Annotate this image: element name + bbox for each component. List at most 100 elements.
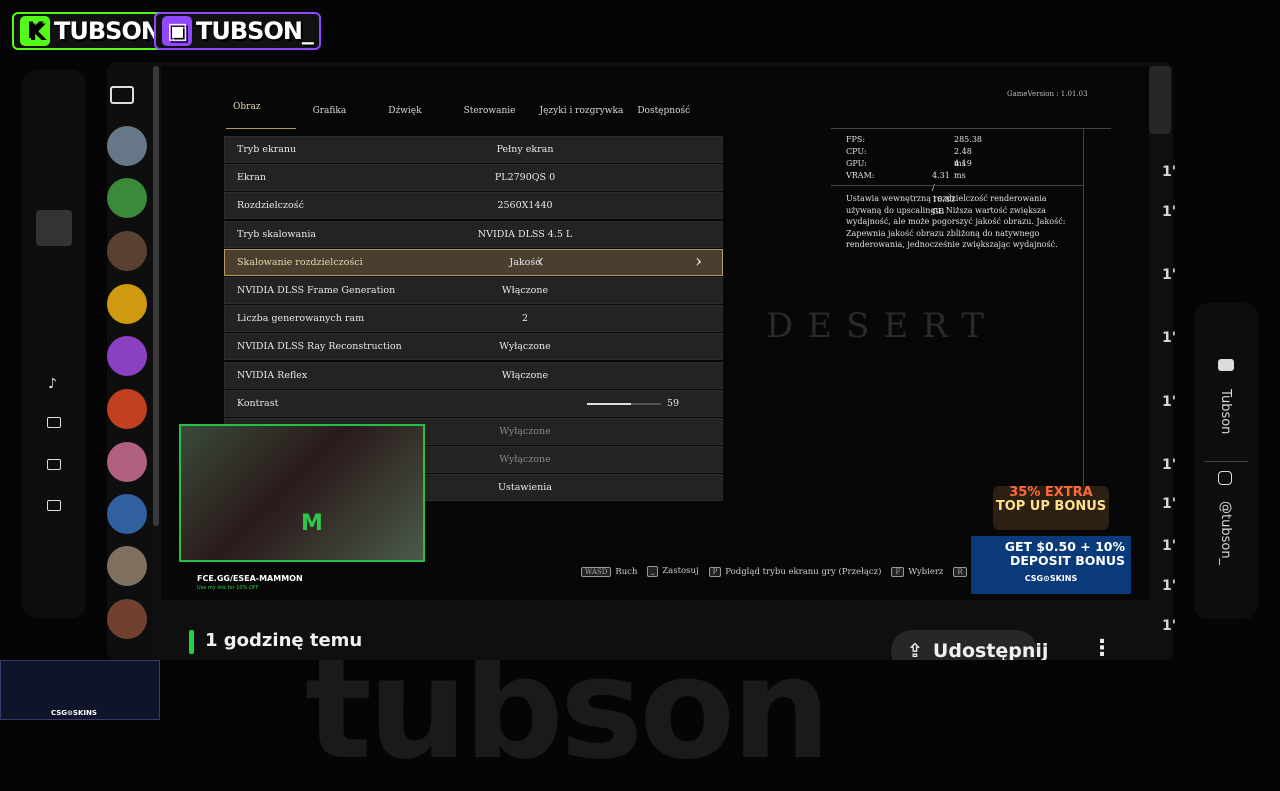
settings-tabs: Obraz Grafika Dźwięk Sterowanie Języki i…	[221, 102, 702, 116]
avatar[interactable]	[107, 546, 147, 586]
skins-brand: CSG⊙SKINS	[51, 709, 97, 717]
music-icon[interactable]: ♪	[48, 376, 57, 392]
avatar[interactable]	[107, 442, 147, 482]
stat-label: CPU:	[846, 147, 867, 156]
video-player[interactable]: GameVersion : 1.01.03 Obraz Grafika Dźwi…	[161, 66, 1149, 600]
setting-label: NVIDIA DLSS Frame Generation	[237, 284, 396, 296]
setting-value: Włączone	[501, 284, 549, 296]
share-icon: ⇪	[907, 640, 923, 660]
divider	[1204, 461, 1248, 462]
film-icon[interactable]	[47, 459, 61, 470]
scroll-marker: 1'	[1162, 330, 1177, 346]
setting-row[interactable]: NVIDIA DLSS Frame Generation Włączone	[224, 276, 723, 304]
setting-row[interactable]: NVIDIA Reflex Włączone	[224, 361, 723, 389]
ad-line: GET $0.50 + 10%	[1004, 539, 1125, 554]
ad-brand: CSG⊙SKINS	[1024, 574, 1078, 583]
kick-badge: K TUBSON	[12, 12, 168, 50]
skins-ad-panel[interactable]: CSG⊙SKINS	[0, 660, 160, 720]
setting-value: Włączone	[501, 369, 549, 381]
avatar[interactable]	[107, 336, 147, 376]
setting-value: Wyłączone	[499, 341, 551, 353]
avatar[interactable]	[107, 599, 147, 639]
scroll-marker: 1'	[1162, 394, 1177, 410]
setting-row-contrast[interactable]: Kontrast 59	[224, 389, 723, 417]
setting-label: Ekran	[237, 172, 267, 184]
share-button[interactable]: ⇪ Udostępnij	[891, 630, 1048, 660]
app-logo-icon	[36, 210, 72, 246]
scroll-marker: 1'	[1162, 164, 1177, 180]
contrast-slider-track[interactable]	[587, 402, 661, 405]
tab-dostepnosc[interactable]: Dostępność	[635, 106, 702, 116]
key-icon: F	[891, 566, 905, 577]
avatar[interactable]	[107, 178, 147, 218]
video-play-icon[interactable]	[47, 417, 61, 428]
image-icon[interactable]	[47, 500, 61, 511]
divider	[831, 128, 1111, 129]
setting-label: Kontrast	[237, 397, 279, 409]
setting-label: Rozdzielczość	[237, 200, 304, 212]
more-options-icon[interactable]: ⋮	[1091, 636, 1113, 660]
game-logo-text: DESERT	[766, 306, 998, 346]
instagram-icon[interactable]	[1218, 471, 1232, 485]
divider	[1083, 128, 1084, 508]
scroll-marker: 1'	[1162, 267, 1177, 283]
chevron-right-icon[interactable]: ›	[695, 251, 702, 272]
setting-label: NVIDIA Reflex	[237, 369, 308, 381]
ad-deposit[interactable]: GET $0.50 + 10% DEPOSIT BONUS CSG⊙SKINS	[971, 536, 1131, 594]
youtube-handle[interactable]: Tubson	[1218, 389, 1233, 434]
avatar[interactable]	[107, 284, 147, 324]
youtube-icon[interactable]	[1218, 359, 1234, 371]
video-window: GameVersion : 1.01.03 Obraz Grafika Dźwi…	[107, 62, 1173, 660]
instagram-handle[interactable]: @tubson_	[1218, 501, 1233, 565]
avatar[interactable]	[107, 126, 147, 166]
tab-grafika[interactable]: Grafika	[273, 106, 359, 116]
hint: ⎵ Zastosuj	[647, 566, 699, 577]
avatar[interactable]	[107, 494, 147, 534]
video-info-bar: 1 godzinę temu ⇪ Udostępnij ⋮	[161, 600, 1173, 660]
setting-row[interactable]: NVIDIA DLSS Ray Reconstruction Wyłączone	[224, 333, 723, 361]
stat-label: GPU:	[846, 159, 867, 168]
avatar[interactable]	[107, 389, 147, 429]
ad-line: 35% EXTRA	[1009, 485, 1093, 500]
camera-icon[interactable]	[110, 86, 134, 104]
stat-label: FPS:	[846, 135, 866, 144]
setting-row[interactable]: Tryb skalowania NVIDIA DLSS 4.5 L	[224, 220, 723, 248]
twitch-icon: ▣	[162, 16, 192, 46]
setting-row[interactable]: Liczba generowanych ram 2	[224, 305, 723, 333]
setting-row-selected[interactable]: Skalowanie rozdzielczości ‹ Jakość ›	[224, 248, 723, 276]
setting-value: Jakość	[509, 256, 541, 268]
tab-dzwiek[interactable]: Dźwięk	[358, 106, 433, 116]
divider	[831, 185, 1083, 186]
tab-jezyki[interactable]: Języki i rozgrywka	[527, 106, 635, 116]
post-time: 1 godzinę temu	[205, 630, 363, 651]
social-panel: Tubson @tubson_	[1194, 303, 1258, 619]
hint-label: Podgląd trybu ekranu gry (Przełącz)	[725, 566, 882, 577]
ad-line: TOP UP BONUS	[995, 499, 1107, 514]
right-scrollbar-thumb[interactable]	[1149, 66, 1171, 134]
ad-topup[interactable]: 35% EXTRA TOP UP BONUS	[993, 486, 1109, 530]
scroll-marker: 1'	[1162, 538, 1177, 554]
tab-sterowanie[interactable]: Sterowanie	[434, 106, 528, 116]
perf-stats: FPS: 285.38 CPU: 2.48 ms GPU: 4.19 ms VRAM:…	[846, 134, 982, 216]
setting-label: Tryb skalowania	[237, 228, 317, 240]
live-indicator	[189, 630, 194, 654]
setting-value: Pełny ekran	[496, 144, 554, 155]
webcam-sponsor: FCE.GG/ESEA-MAMMON	[197, 574, 303, 583]
setting-row[interactable]: Tryb ekranu Pełny ekran	[224, 136, 723, 163]
tab-obraz[interactable]: Obraz	[221, 102, 273, 112]
key-icon: ⎵	[647, 566, 659, 577]
setting-value: Ustawienia	[498, 482, 552, 494]
setting-row[interactable]: Rozdzielczość 2560X1440	[224, 192, 723, 220]
twitch-username: TUBSON_	[196, 17, 314, 45]
contrast-value: 59	[667, 397, 680, 409]
ad-line: DEPOSIT BONUS	[1009, 553, 1125, 568]
sidebar-scrollbar[interactable]	[153, 66, 159, 526]
setting-value: 2	[521, 313, 529, 325]
channel-sidebar	[107, 62, 153, 660]
avatar[interactable]	[107, 231, 147, 271]
game-version: GameVersion : 1.01.03	[1007, 90, 1088, 98]
twitch-badge: ▣ TUBSON_	[154, 12, 321, 50]
stat-value: 285.38	[954, 135, 982, 144]
share-label: Udostępnij	[932, 640, 1049, 660]
setting-row[interactable]: Ekran PL2790QS 0	[224, 164, 723, 192]
